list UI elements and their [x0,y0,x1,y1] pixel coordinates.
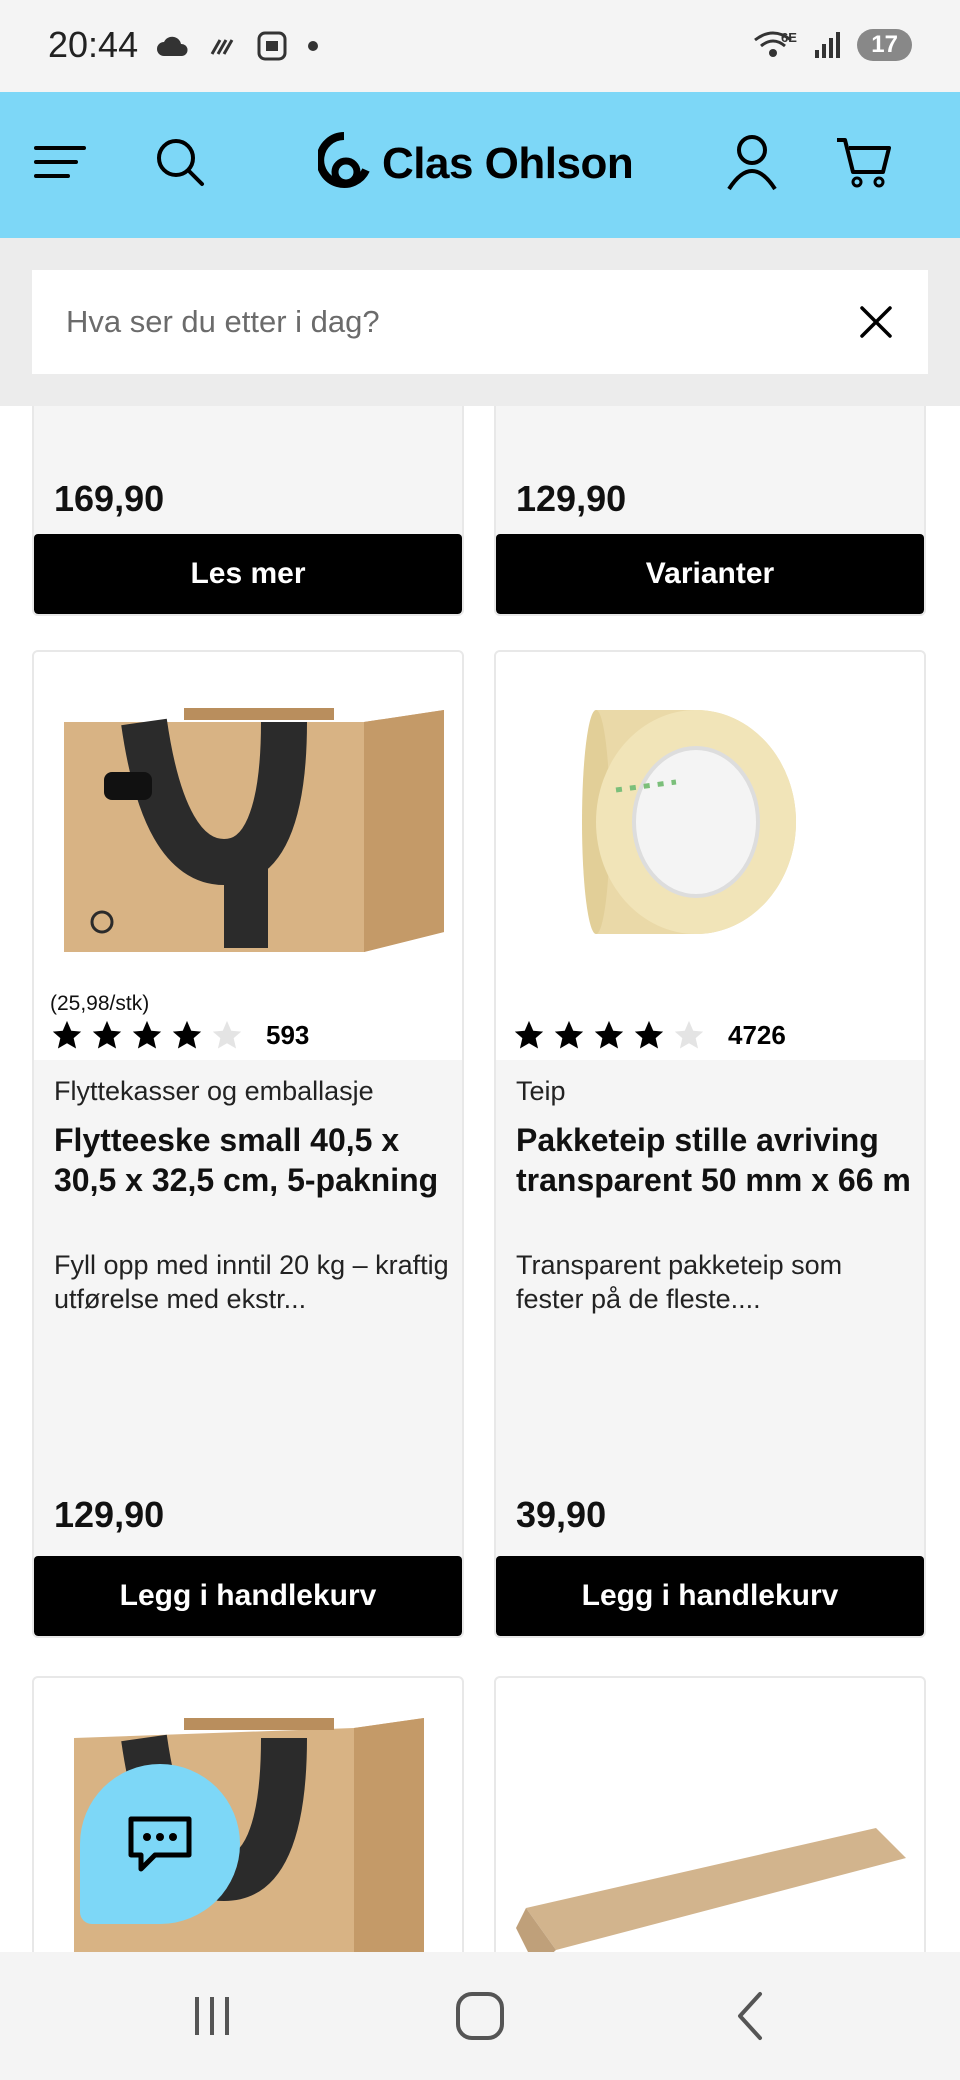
star-filled-icon [634,1020,664,1049]
product-grid: 169,90 Les mer 129,90 Varianter (25,98/s… [0,406,960,1952]
data-activity-icon [210,39,234,55]
status-bar: 20:44 6E 17 [0,0,960,92]
product-title[interactable]: Pakketeip stille avriving transparent 50… [516,1120,916,1200]
product-card[interactable]: 169,90 Les mer [32,406,464,616]
brand-name: Clas Ohlson [382,139,634,188]
product-description: Fyll opp med inntil 20 kg – kraftig utfø… [54,1250,449,1314]
star-empty-icon [674,1020,704,1049]
home-icon[interactable] [450,1986,510,2046]
recent-apps-icon[interactable] [182,1986,242,2046]
star-filled-icon [52,1020,82,1049]
dot-icon [308,41,318,51]
star-filled-icon [514,1020,544,1049]
chat-button[interactable] [80,1764,240,1924]
chat-icon [128,1816,192,1872]
product-rating: 4726 [512,1018,786,1052]
star-filled-icon [554,1020,584,1049]
wrapping-paper-image [516,1828,906,1952]
back-icon[interactable] [720,1986,780,2046]
read-more-button[interactable]: Les mer [34,534,462,614]
product-card[interactable]: 4726 Teip Pakketeip stille avriving tran… [494,650,926,1638]
cloud-icon [157,36,188,56]
search-box [32,270,928,374]
menu-icon[interactable] [30,132,90,192]
rating-count: 4726 [728,1019,786,1050]
rating-count: 593 [266,1019,310,1050]
network-label: 6E [781,30,797,45]
product-price: 129,90 [54,1494,165,1535]
clas-ohlson-logo-icon [318,132,370,188]
close-icon[interactable] [854,300,898,344]
product-title[interactable]: Flytteeske small 40,5 x 30,5 x 32,5 cm, … [54,1120,454,1200]
star-filled-icon [594,1020,624,1049]
star-empty-icon [212,1020,242,1049]
search-input[interactable] [66,270,826,374]
battery-level: 17 [857,29,912,61]
unit-price: (25,98/stk) [50,992,150,1015]
product-card[interactable] [494,1676,926,1952]
search-bar-area [0,238,960,406]
packing-tape-image [582,710,796,934]
account-icon[interactable] [722,132,782,192]
star-filled-icon [172,1020,202,1049]
product-price: 39,90 [516,1494,607,1535]
product-image[interactable] [496,652,924,1060]
product-category: Flyttekasser og emballasje [54,1076,374,1106]
product-card[interactable]: (25,98/stk) 593 Flyttekasser og emballas… [32,650,464,1638]
product-card[interactable]: 129,90 Varianter [494,406,926,616]
moving-box-image [64,708,444,952]
product-category: Teip [516,1076,566,1106]
status-time: 20:44 [48,24,139,65]
site-header: Clas Ohlson [0,92,960,238]
add-to-cart-button[interactable]: Legg i handlekurv [496,1556,924,1636]
variants-button[interactable]: Varianter [496,534,924,614]
system-nav-bar [0,1952,960,2080]
product-description: Transparent pakketeip som fester på de f… [516,1250,843,1314]
wifi-icon: 6E [754,30,798,57]
star-filled-icon [132,1020,162,1049]
search-icon[interactable] [150,132,210,192]
star-filled-icon [92,1020,122,1049]
brand-logo[interactable]: Clas Ohlson [318,128,634,200]
product-price: 129,90 [516,478,627,519]
signal-icon [815,32,841,58]
add-to-cart-button[interactable]: Legg i handlekurv [34,1556,462,1636]
cart-icon[interactable] [834,132,894,192]
product-rating: 593 [50,1018,309,1052]
product-price: 169,90 [54,478,165,519]
screenshot-icon [257,31,287,61]
